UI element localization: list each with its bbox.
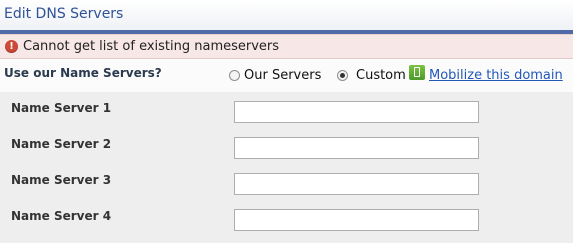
custom-label[interactable]: Custom	[356, 68, 406, 83]
name-server-3-label: Name Server 3	[11, 173, 112, 187]
use-our-name-servers-label: Use our Name Servers?	[4, 66, 162, 80]
name-server-4-input[interactable]	[234, 209, 479, 231]
name-server-2-input[interactable]	[234, 137, 479, 159]
page-title: Edit DNS Servers	[4, 6, 124, 22]
name-server-1-input[interactable]	[234, 101, 479, 123]
our-servers-label[interactable]: Our Servers	[244, 68, 321, 83]
name-server-2-label: Name Server 2	[11, 137, 112, 151]
our-servers-radio[interactable]	[229, 70, 240, 81]
page-header: Edit DNS Servers	[0, 0, 573, 30]
mobile-phone-icon[interactable]	[409, 65, 425, 80]
custom-radio[interactable]	[337, 70, 348, 81]
error-message: Cannot get list of existing nameservers	[23, 39, 280, 54]
name-server-3-input[interactable]	[234, 173, 479, 195]
name-server-1-label: Name Server 1	[11, 101, 112, 115]
error-icon: !	[5, 40, 18, 53]
mobilize-domain-link[interactable]: Mobilize this domain	[429, 68, 563, 83]
name-server-4-label: Name Server 4	[11, 209, 112, 223]
name-server-form: Name Server 1 Name Server 2 Name Server …	[0, 92, 573, 243]
error-message-bar: ! Cannot get list of existing nameserver…	[0, 34, 573, 59]
